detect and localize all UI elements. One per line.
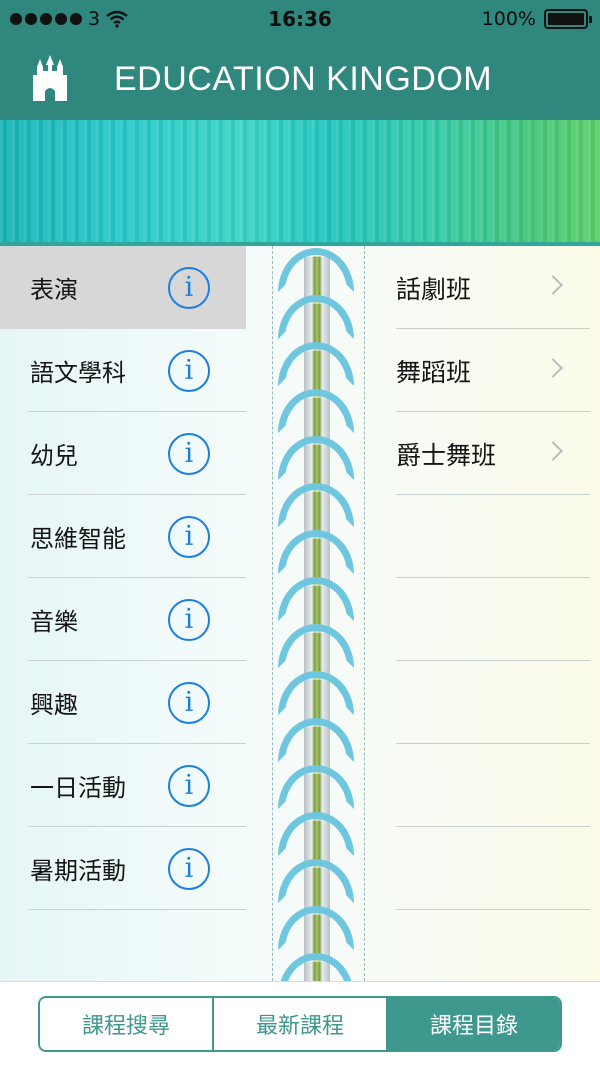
info-icon[interactable]: i xyxy=(168,267,210,309)
category-label: 興趣 xyxy=(30,691,78,719)
info-icon[interactable]: i xyxy=(168,516,210,558)
binding-ring xyxy=(278,483,354,527)
subcategory-list: 話劇班 舞蹈班 爵士舞班 xyxy=(396,246,590,910)
category-label: 語文學科 xyxy=(30,359,126,387)
binding-ring xyxy=(278,342,354,386)
binding-ring xyxy=(278,812,354,856)
bottom-tab-bar: 課程搜尋 最新課程 課程目錄 xyxy=(0,981,600,1065)
category-item[interactable]: 表演 i xyxy=(0,246,246,329)
course-directory: 表演 i 語文學科 i 幼兒 i 思維智能 i 音樂 i 興趣 i 一日活動 i… xyxy=(0,246,600,997)
category-item[interactable]: 幼兒 i xyxy=(0,412,268,495)
category-item[interactable]: 興趣 i xyxy=(0,661,268,744)
category-label: 暑期活動 xyxy=(30,857,126,885)
category-item[interactable]: 語文學科 i xyxy=(0,329,268,412)
binding-ring xyxy=(278,624,354,668)
battery-icon xyxy=(544,9,592,29)
battery-percentage: 100% xyxy=(481,8,536,30)
tab-course-directory[interactable]: 課程目錄 xyxy=(388,998,560,1050)
chevron-right-icon xyxy=(543,358,563,378)
category-label: 表演 xyxy=(30,276,78,304)
segmented-control: 課程搜尋 最新課程 課程目錄 xyxy=(38,996,562,1052)
binding-ring xyxy=(278,671,354,715)
binding-ring xyxy=(278,389,354,433)
subcategory-item[interactable]: 話劇班 xyxy=(396,246,590,329)
app-title: EDUCATION KINGDOM xyxy=(114,60,493,98)
info-icon[interactable]: i xyxy=(168,848,210,890)
chevron-right-icon xyxy=(543,441,563,461)
empty-row xyxy=(396,578,590,661)
info-icon[interactable]: i xyxy=(168,599,210,641)
subcategory-item[interactable]: 舞蹈班 xyxy=(396,329,590,412)
empty-row xyxy=(396,495,590,578)
binding-ring xyxy=(278,530,354,574)
info-icon[interactable]: i xyxy=(168,682,210,724)
subcategory-item[interactable]: 爵士舞班 xyxy=(396,412,590,495)
subcategory-label: 舞蹈班 xyxy=(396,357,472,387)
binding-ring xyxy=(278,295,354,339)
category-label: 一日活動 xyxy=(30,774,126,802)
category-item[interactable]: 暑期活動 i xyxy=(0,827,268,910)
chevron-right-icon xyxy=(543,275,563,295)
binding-edge-right xyxy=(364,246,365,981)
binding-ring xyxy=(278,765,354,809)
info-icon[interactable]: i xyxy=(168,433,210,475)
empty-row xyxy=(396,827,590,910)
battery-area: 100% xyxy=(481,8,592,30)
spiral-binding xyxy=(270,246,366,997)
binding-ring xyxy=(278,859,354,903)
binding-ring xyxy=(278,436,354,480)
status-bar: 3 16:36 100% xyxy=(0,0,600,38)
subcategory-label: 話劇班 xyxy=(396,274,472,304)
info-icon[interactable]: i xyxy=(168,350,210,392)
divider xyxy=(396,909,590,910)
tab-latest-courses[interactable]: 最新課程 xyxy=(214,998,388,1050)
castle-icon[interactable] xyxy=(30,55,70,101)
binding-ring xyxy=(278,718,354,762)
empty-row xyxy=(396,661,590,744)
binding-ring xyxy=(278,577,354,621)
tab-course-search[interactable]: 課程搜尋 xyxy=(40,998,214,1050)
category-item[interactable]: 思維智能 i xyxy=(0,495,268,578)
category-item[interactable]: 音樂 i xyxy=(0,578,268,661)
info-icon[interactable]: i xyxy=(168,765,210,807)
category-label: 思維智能 xyxy=(30,525,126,553)
binding-ring xyxy=(278,906,354,950)
binding-ring xyxy=(278,248,354,292)
category-item[interactable]: 一日活動 i xyxy=(0,744,268,827)
header-banner xyxy=(0,120,600,246)
category-label: 音樂 xyxy=(30,608,78,636)
divider xyxy=(28,909,246,910)
navigation-bar: EDUCATION KINGDOM xyxy=(0,38,600,120)
category-label: 幼兒 xyxy=(30,442,78,470)
empty-row xyxy=(396,744,590,827)
subcategory-label: 爵士舞班 xyxy=(396,440,497,470)
category-list: 表演 i 語文學科 i 幼兒 i 思維智能 i 音樂 i 興趣 i 一日活動 i… xyxy=(0,246,268,910)
binding-edge-left xyxy=(272,246,273,981)
